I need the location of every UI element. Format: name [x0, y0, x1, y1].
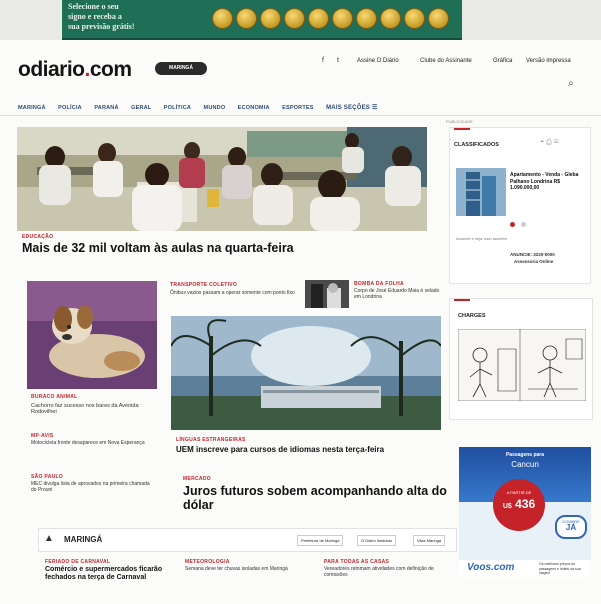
zodiac-coin-icon — [260, 8, 281, 29]
zodiac-coin-icon — [236, 8, 257, 29]
zodiac-coin-icon — [428, 8, 449, 29]
cartoon-drawing — [457, 328, 587, 402]
velorio-headline[interactable]: Corpo de José Eduardo Maia é velado em L… — [354, 288, 440, 300]
dog-photo[interactable] — [27, 281, 157, 389]
publicidade-label: PUBLICIDADE — [446, 119, 473, 124]
zodiac-coin-icon — [356, 8, 377, 29]
edition-selector[interactable]: MARINGÁ — [155, 62, 207, 75]
voos-price-badge: A PARTIR DE U$ 436 — [493, 479, 545, 531]
carousel-dots[interactable] — [510, 214, 527, 232]
nav-politica[interactable]: POLÍTICA — [164, 105, 191, 111]
uem-headline[interactable]: UEM inscreve para cursos de idiomas nest… — [176, 445, 446, 454]
zodiac-coin-icon — [212, 8, 233, 29]
apartamento-image — [456, 168, 506, 216]
nav-esportes[interactable]: ESPORTES — [282, 105, 314, 111]
dog-image — [27, 281, 157, 389]
uem-campus-image — [170, 316, 442, 430]
dot-active[interactable] — [510, 222, 515, 227]
nav-mais-secoes[interactable]: MAIS SEÇÕES ☰ — [326, 104, 377, 111]
classificados-title: CLASSIFICADOS — [454, 142, 499, 148]
item3-kicker: SÃO PAULO — [31, 474, 64, 480]
onibus-headline[interactable]: Ônibus vazios passam a operar somente co… — [170, 290, 300, 296]
zodiac-coin-icon — [380, 8, 401, 29]
velorio-thumb[interactable] — [305, 280, 349, 308]
link-grafica[interactable]: Gráfica — [493, 58, 512, 64]
classificados-accent — [454, 128, 470, 130]
link-assine[interactable]: Assine O Diário — [357, 58, 399, 64]
voos-dest: Cancun — [511, 460, 539, 469]
juros-headline[interactable]: Juros futuros sobem acompanhando alta do… — [183, 484, 453, 512]
classificados-footer-2[interactable]: ANUNCIE: 3220-0000 — [510, 252, 555, 257]
signo-banner-ad[interactable]: Selecione o seu signo e receba a sua pre… — [62, 0, 462, 40]
hero-kicker: EDUCAÇÃO — [22, 234, 54, 240]
link-versao-impressa[interactable]: Versão impressa — [526, 58, 571, 64]
nav-geral[interactable]: GERAL — [131, 105, 151, 111]
nav-parana[interactable]: PARANÁ — [94, 105, 118, 111]
nav-policia[interactable]: POLÍCIA — [58, 105, 82, 111]
nav-mundo[interactable]: MUNDO — [204, 105, 226, 111]
item3-headline[interactable]: MEC divulga lista de aprovados na primei… — [31, 481, 151, 493]
classificados-footer-1: Anuncie e seja visto também — [456, 236, 508, 241]
zodiac-coin-icon — [284, 8, 305, 29]
hero-headline[interactable]: Mais de 32 mil voltam às aulas na quarta… — [22, 241, 422, 255]
tag-prefeitura[interactable]: Prefeitura de Maringá — [297, 535, 344, 546]
voos-compre-button[interactable]: COMPRE JÁ — [555, 515, 587, 539]
zodiac-coin-icon — [404, 8, 425, 29]
uem-kicker: LÍNGUAS ESTRANGEIRAS — [176, 437, 246, 443]
charges-accent — [454, 299, 470, 301]
section-item3-headline[interactable]: Vereadores retomam atividades com defini… — [324, 566, 444, 578]
apartamento-photo[interactable] — [456, 168, 506, 216]
section-item1-headline[interactable]: Comércio e supermercados ficarão fechado… — [45, 566, 175, 582]
velorio-image — [305, 280, 349, 308]
zodiac-coin-icon — [308, 8, 329, 29]
banner-text: Selecione o seu signo e receba a sua pre… — [68, 2, 135, 31]
twitter-icon[interactable]: t — [337, 57, 339, 64]
voos-note: Os melhores preços de passagens e hotéis… — [539, 562, 581, 575]
nav-divider — [0, 115, 601, 116]
voos-apartir: A PARTIR DE — [506, 490, 532, 495]
juros-kicker: MERCADO — [183, 476, 211, 482]
voos-footer: Voos.com Os melhores preços de passagens… — [459, 560, 591, 577]
item2-kicker: MP-AVIS — [31, 433, 54, 439]
facebook-icon[interactable]: f — [322, 57, 324, 64]
uem-photo[interactable] — [170, 316, 442, 430]
classificados-footer-3[interactable]: Assessoria Online — [514, 259, 553, 264]
tag-vilas-maringa[interactable]: Vilas Maringá — [413, 535, 446, 546]
hero-photo-classroom[interactable] — [17, 127, 427, 231]
link-clube-assinante[interactable]: Clube do Assinante — [420, 58, 472, 64]
zodiac-coin-icon — [332, 8, 353, 29]
section-title[interactable]: MARINGÁ — [64, 535, 102, 544]
voos-brand: Voos.com — [467, 562, 515, 573]
search-icon[interactable]: ⌕ — [568, 78, 574, 89]
apartamento-ad[interactable]: Apartamento - Venda - Gleba Palhano Lond… — [510, 172, 584, 192]
site-logo[interactable]: odiario.com — [18, 58, 132, 82]
velorio-kicker: BOMBA DA FOLHA — [354, 281, 404, 287]
section-item1-kicker: FERIADO DE CARNAVAL — [45, 559, 111, 565]
voos-ja-label: JÁ — [565, 523, 577, 532]
nav-economia[interactable]: ECONOMIA — [238, 105, 270, 111]
charges-title: CHARGES — [458, 313, 486, 319]
charges-widget: CHARGES — [449, 298, 593, 420]
zodiac-coins — [212, 8, 452, 32]
dog-headline[interactable]: Cachorro faz sucesso nos bares da Avenid… — [31, 403, 151, 415]
section-bar-maringa: ▲ MARINGÁ Prefeitura de Maringá O Diário… — [38, 528, 457, 552]
charge-cartoon[interactable] — [457, 328, 587, 402]
dog-kicker: BURACO ANIMAL — [31, 394, 78, 400]
voos-headline: Passagens para — [505, 452, 545, 458]
classificados-widget: CLASSIFICADOS ◓ ⎙ ✉ Apartamento - Venda … — [449, 127, 591, 284]
onibus-kicker: TRANSPORTE COLETIVO — [170, 282, 238, 288]
nav-maringa[interactable]: MARINGÁ — [18, 105, 46, 111]
landmark-icon: ▲ — [44, 533, 54, 544]
share-icons[interactable]: ◓ ⎙ ✉ — [540, 139, 559, 147]
dot-inactive[interactable] — [521, 222, 527, 227]
section-item2-headline[interactable]: Semana deve ter chuvas isoladas em Marin… — [185, 566, 305, 572]
main-nav: MARINGÁ POLÍCIA PARANÁ GERAL POLÍTICA MU… — [18, 96, 438, 111]
voos-price: U$ 436 — [502, 497, 536, 511]
section-item2-kicker: METEOROLOGIA — [185, 559, 230, 565]
voos-ad[interactable]: Passagens para Cancun A PARTIR DE U$ 436… — [459, 447, 591, 577]
tag-diario-ilustrado[interactable]: O Diário Ilustrado — [357, 535, 397, 546]
item2-headline[interactable]: Motocicleta fronte desaparece em Nova Es… — [31, 440, 151, 446]
classroom-photo — [17, 127, 427, 231]
section-item3-kicker: PARA TODAS AS CASAS — [324, 559, 390, 565]
